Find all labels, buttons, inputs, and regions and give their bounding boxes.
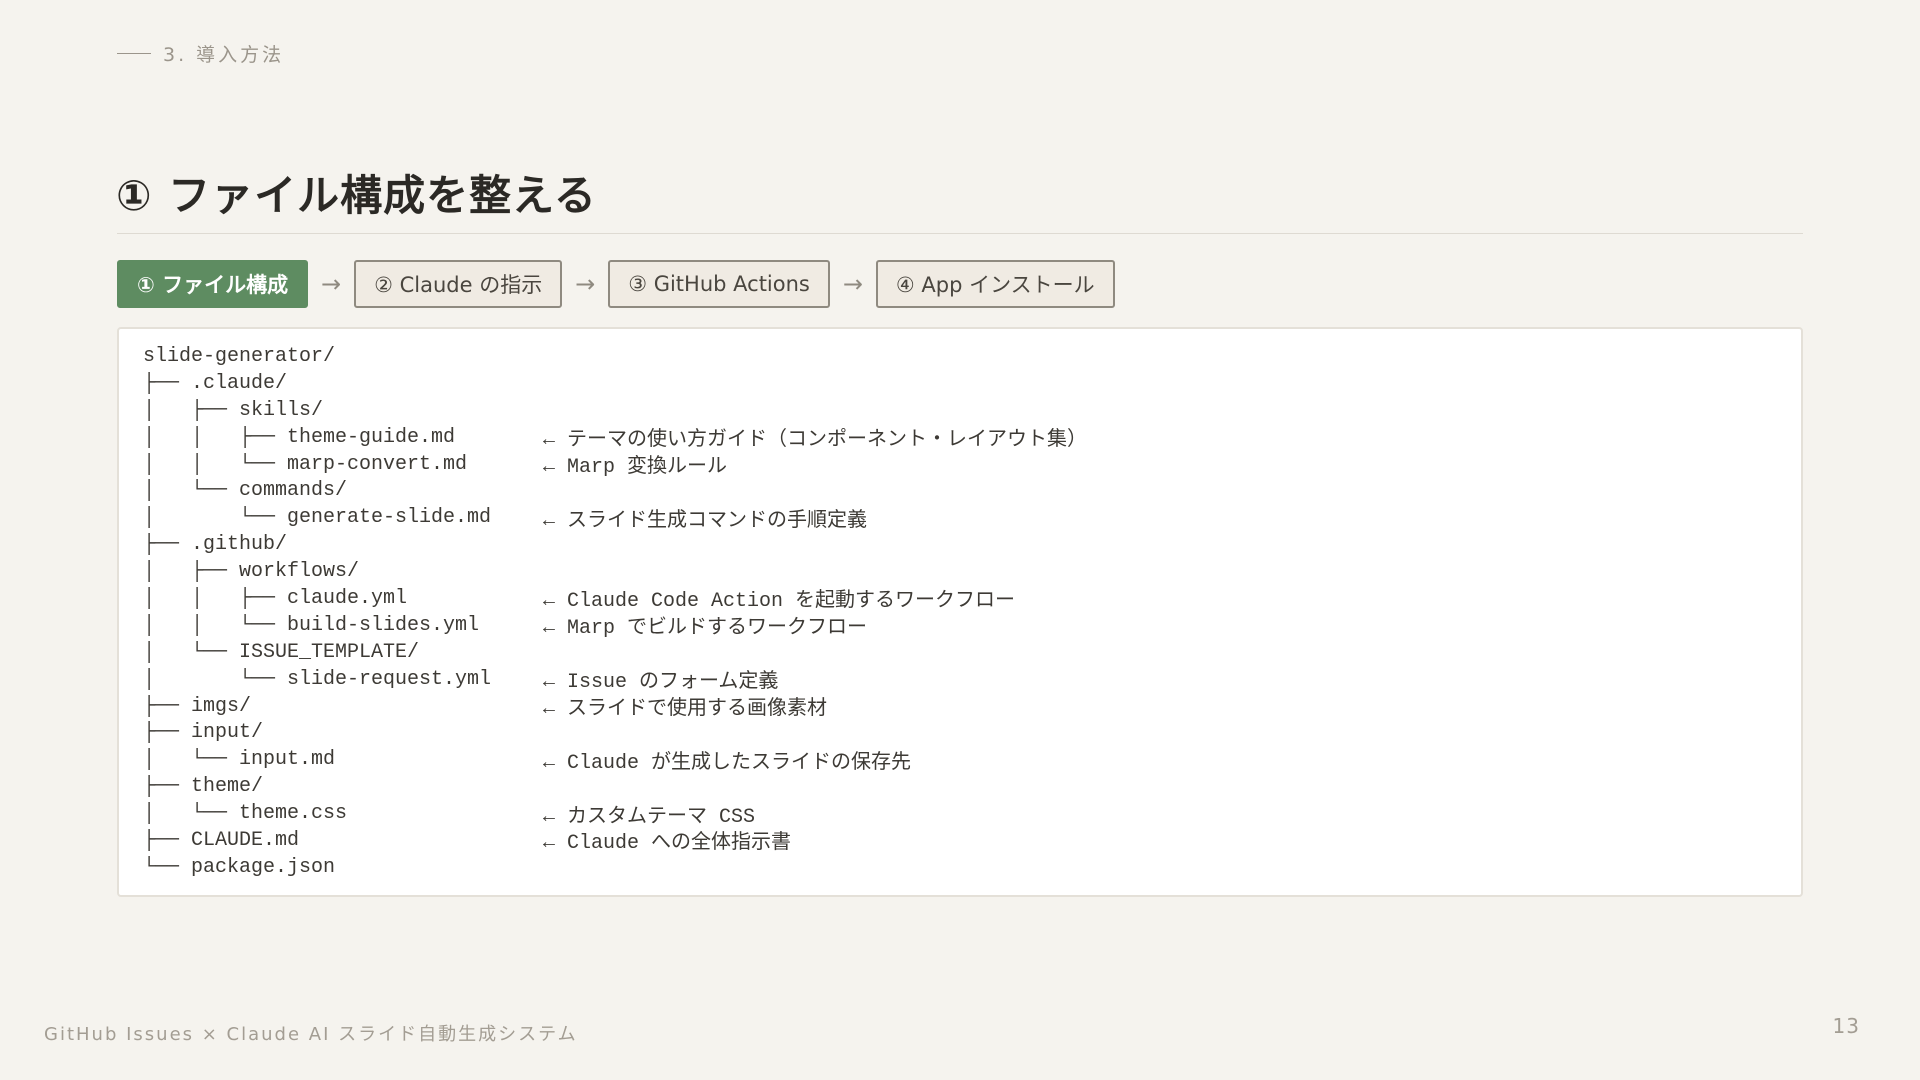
step-1-file-structure: ① ファイル構成 bbox=[117, 260, 309, 308]
file-tree-path: slide-generator/ bbox=[143, 344, 336, 368]
section-dash bbox=[117, 53, 151, 54]
page-title: ① ファイル構成を整える bbox=[116, 171, 597, 220]
file-tree-row: │ └── ISSUE_TEMPLATE/ bbox=[143, 639, 1777, 666]
step-arrow-icon: → bbox=[842, 270, 863, 298]
file-tree-row: ├── input/ bbox=[143, 719, 1777, 746]
file-tree-path: │ ├── workflows/ bbox=[143, 560, 360, 584]
file-tree-row: │ │ ├── theme-guide.md ← テーマの使い方ガイド（コンポーネ… bbox=[143, 424, 1777, 453]
file-tree-path: ├── .github/ bbox=[143, 533, 288, 557]
file-tree-path: ├── .claude/ bbox=[143, 371, 288, 395]
file-tree-path: │ │ └── build-slides.yml bbox=[143, 613, 480, 637]
file-tree-note: ← Marp 変換ルール bbox=[543, 456, 728, 480]
file-tree-path: │ └── generate-slide.md bbox=[143, 506, 492, 530]
file-tree-note: ← テーマの使い方ガイド（コンポーネント・レイアウト集） bbox=[543, 429, 1088, 453]
file-tree-path: │ └── slide-request.yml bbox=[143, 667, 492, 691]
file-tree-note: ← Claude への全体指示書 bbox=[543, 832, 792, 856]
file-tree-note: ← Claude が生成したスライドの保存先 bbox=[543, 751, 912, 775]
step-arrow-icon: → bbox=[321, 270, 342, 298]
file-tree-path: ├── imgs/ bbox=[143, 694, 252, 718]
step-indicator: ① ファイル構成 → ② Claude の指示 → ③ GitHub Actio… bbox=[117, 260, 1115, 308]
section-label: 3. 導入方法 bbox=[117, 40, 284, 67]
file-tree-row: │ └── theme.css ← カスタムテーマ CSS bbox=[143, 800, 1777, 829]
section-label-text: 3. 導入方法 bbox=[163, 44, 285, 66]
file-tree-row: │ └── input.md ← Claude が生成したスライドの保存先 bbox=[143, 746, 1777, 775]
file-tree-path: │ └── input.md bbox=[143, 748, 336, 772]
page-number: 13 bbox=[1832, 1014, 1860, 1038]
file-tree-panel: slide-generator/ ├── .claude/ │ ├── skills… bbox=[117, 327, 1803, 897]
file-tree-note: ← Claude Code Action を起動するワークフロー bbox=[543, 590, 1016, 614]
file-tree-row: slide-generator/ bbox=[143, 343, 1777, 370]
title-divider bbox=[117, 233, 1803, 234]
file-tree-row: ├── theme/ bbox=[143, 773, 1777, 800]
file-tree-note: ← スライドで使用する画像素材 bbox=[543, 698, 828, 722]
file-tree-row: │ │ ├── claude.yml ← Claude Code Action を… bbox=[143, 585, 1777, 614]
step-4-app-install: ④ App インストール bbox=[875, 260, 1115, 308]
step-2-claude-instructions: ② Claude の指示 bbox=[354, 260, 563, 308]
file-tree-note: ← カスタムテーマ CSS bbox=[543, 805, 756, 829]
file-tree-row: │ └── generate-slide.md ← スライド生成コマンドの手順定義 bbox=[143, 504, 1777, 533]
file-tree-path: └── package.json bbox=[143, 855, 336, 879]
file-tree-row: ├── .github/ bbox=[143, 531, 1777, 558]
file-tree-note: ← Marp でビルドするワークフロー bbox=[543, 617, 868, 641]
file-tree-path: ├── theme/ bbox=[143, 775, 264, 799]
file-tree-path: │ │ ├── theme-guide.md bbox=[143, 425, 456, 449]
step-3-github-actions: ③ GitHub Actions bbox=[608, 260, 830, 308]
file-tree-path: ├── CLAUDE.md bbox=[143, 828, 300, 852]
file-tree-note: ← スライド生成コマンドの手順定義 bbox=[543, 509, 868, 533]
file-tree-row: ├── CLAUDE.md ← Claude への全体指示書 bbox=[143, 827, 1777, 856]
file-tree-row: │ ├── skills/ bbox=[143, 397, 1777, 424]
file-tree-path: │ └── theme.css bbox=[143, 802, 348, 826]
file-tree-note: ← Issue のフォーム定義 bbox=[543, 671, 779, 695]
file-tree-row: └── package.json bbox=[143, 854, 1777, 881]
file-tree-row: │ │ └── marp-convert.md ← Marp 変換ルール bbox=[143, 451, 1777, 480]
step-arrow-icon: → bbox=[575, 270, 596, 298]
file-tree-row: ├── .claude/ bbox=[143, 370, 1777, 397]
file-tree-row: │ ├── workflows/ bbox=[143, 558, 1777, 585]
footer-title: GitHub Issues × Claude AI スライド自動生成システム bbox=[44, 1024, 578, 1045]
file-tree-row: │ │ └── build-slides.yml ← Marp でビルドするワーク… bbox=[143, 612, 1777, 641]
file-tree-row: │ └── slide-request.yml ← Issue のフォーム定義 bbox=[143, 666, 1777, 695]
file-tree-row: ├── imgs/ ← スライドで使用する画像素材 bbox=[143, 693, 1777, 722]
file-tree-path: │ │ └── marp-convert.md bbox=[143, 452, 468, 476]
file-tree-path: │ └── commands/ bbox=[143, 479, 348, 503]
file-tree-path: │ ├── skills/ bbox=[143, 398, 324, 422]
file-tree-row: │ └── commands/ bbox=[143, 477, 1777, 504]
file-tree-path: │ └── ISSUE_TEMPLATE/ bbox=[143, 640, 420, 664]
file-tree-path: │ │ ├── claude.yml bbox=[143, 586, 408, 610]
file-tree-path: ├── input/ bbox=[143, 721, 264, 745]
